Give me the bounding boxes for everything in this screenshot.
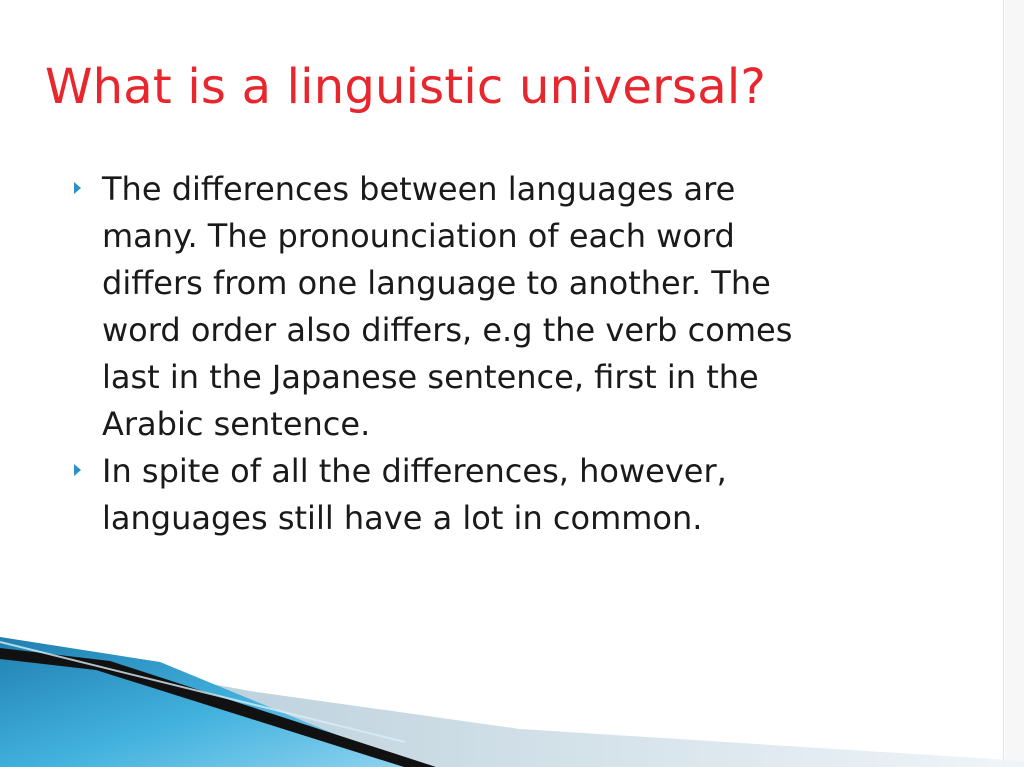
bullet-list: The differences between languages are ma…	[74, 166, 954, 542]
bullet-item: In spite of all the differences, however…	[74, 448, 954, 542]
bullet-text: The differences between languages are ma…	[102, 170, 793, 443]
triangle-right-icon	[74, 182, 81, 194]
bullet-item: The differences between languages are ma…	[74, 166, 954, 448]
bullet-text: In spite of all the differences, however…	[102, 452, 727, 537]
footer-decoration	[0, 637, 1024, 767]
slide-title: What is a linguistic universal?	[45, 59, 767, 115]
slide: What is a linguistic universal? The diff…	[0, 0, 1024, 767]
triangle-right-icon	[74, 464, 81, 476]
